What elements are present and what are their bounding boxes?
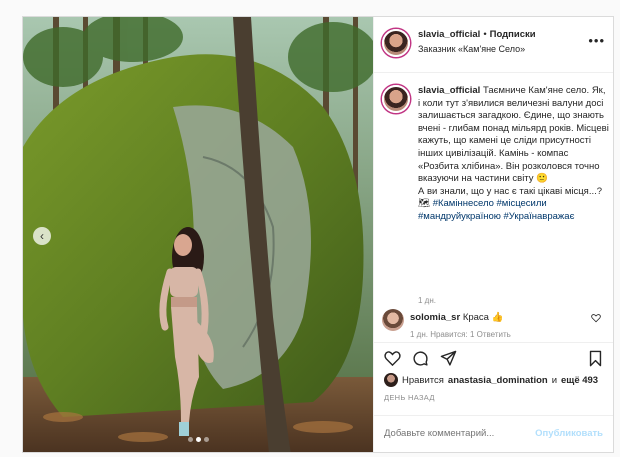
author-username[interactable]: slavia_official [418,29,480,40]
author-avatar[interactable] [382,29,410,57]
comment-bubble-icon[interactable] [412,350,429,372]
caption-block: slavia_official Таємниче Кам'яне село. Я… [374,73,613,327]
caption-hashtags[interactable]: #Каміннесело #місцесили #мандруйукраїною… [418,198,574,222]
comment-row: solomia_sr Краса 👍 1 дн. Нравится: 1 Отв… [374,309,613,341]
post-details-pane: slavia_official • Подписки Заказник «Кам'я… [373,17,613,452]
likes-summary: Нравится anastasia_domination и ещё 493 [384,373,598,387]
commenter-avatar[interactable] [382,309,404,331]
comment-meta: 1 дн. Нравится: 1 Ответить [410,330,511,339]
author-line: slavia_official • Подписки [418,29,536,40]
like-heart-icon[interactable] [384,350,401,371]
caption-username[interactable]: slavia_official [418,85,480,96]
post-date: ДЕНЬ НАЗАД [384,393,435,402]
liker-username[interactable]: anastasia_domination [448,375,548,386]
comment-body: Краса 👍 [462,312,504,323]
separator: • [483,29,487,40]
follow-button[interactable]: Подписки [490,29,536,40]
chevron-left-icon: ‹ [40,229,44,243]
action-bar [374,342,613,373]
comment-heart-icon[interactable] [591,313,601,326]
likes-count-link[interactable]: ещё 493 [561,375,598,386]
comment-text: solomia_sr Краса 👍 [410,312,503,323]
carousel-dot [187,437,193,442]
carousel-dot [203,437,209,442]
share-paper-plane-icon[interactable] [440,350,457,372]
likes-prefix: Нравится [402,374,444,386]
photo-illustration [23,17,373,452]
caption-body: Таємниче Кам'яне село. Як, і коли тут з'… [418,85,609,210]
caption-avatar[interactable] [382,85,410,113]
carousel-prev-button[interactable]: ‹ [33,227,51,245]
carousel-dots [23,437,373,442]
save-bookmark-icon[interactable] [588,350,603,372]
caption-text: slavia_official Таємниче Кам'яне село. Я… [418,85,610,224]
more-options-icon[interactable]: ••• [588,33,605,48]
post-location[interactable]: Заказник «Кам'яне Село» [418,44,525,54]
caption-time: 1 дн. [418,296,436,305]
add-comment-bar: Опубликовать [374,415,613,452]
post-header: slavia_official • Подписки Заказник «Кам'я… [374,17,613,73]
comment-username[interactable]: solomia_sr [410,312,460,323]
publish-button[interactable]: Опубликовать [535,428,603,439]
comment-input[interactable] [384,428,524,439]
liker-avatar [384,373,398,387]
post-card: ‹ slavia_official • Подписки Заказник «Кам… [22,16,614,453]
carousel-dot-active [195,437,201,442]
likes-conjunction: и [551,374,558,386]
post-photo[interactable]: ‹ [23,17,373,452]
